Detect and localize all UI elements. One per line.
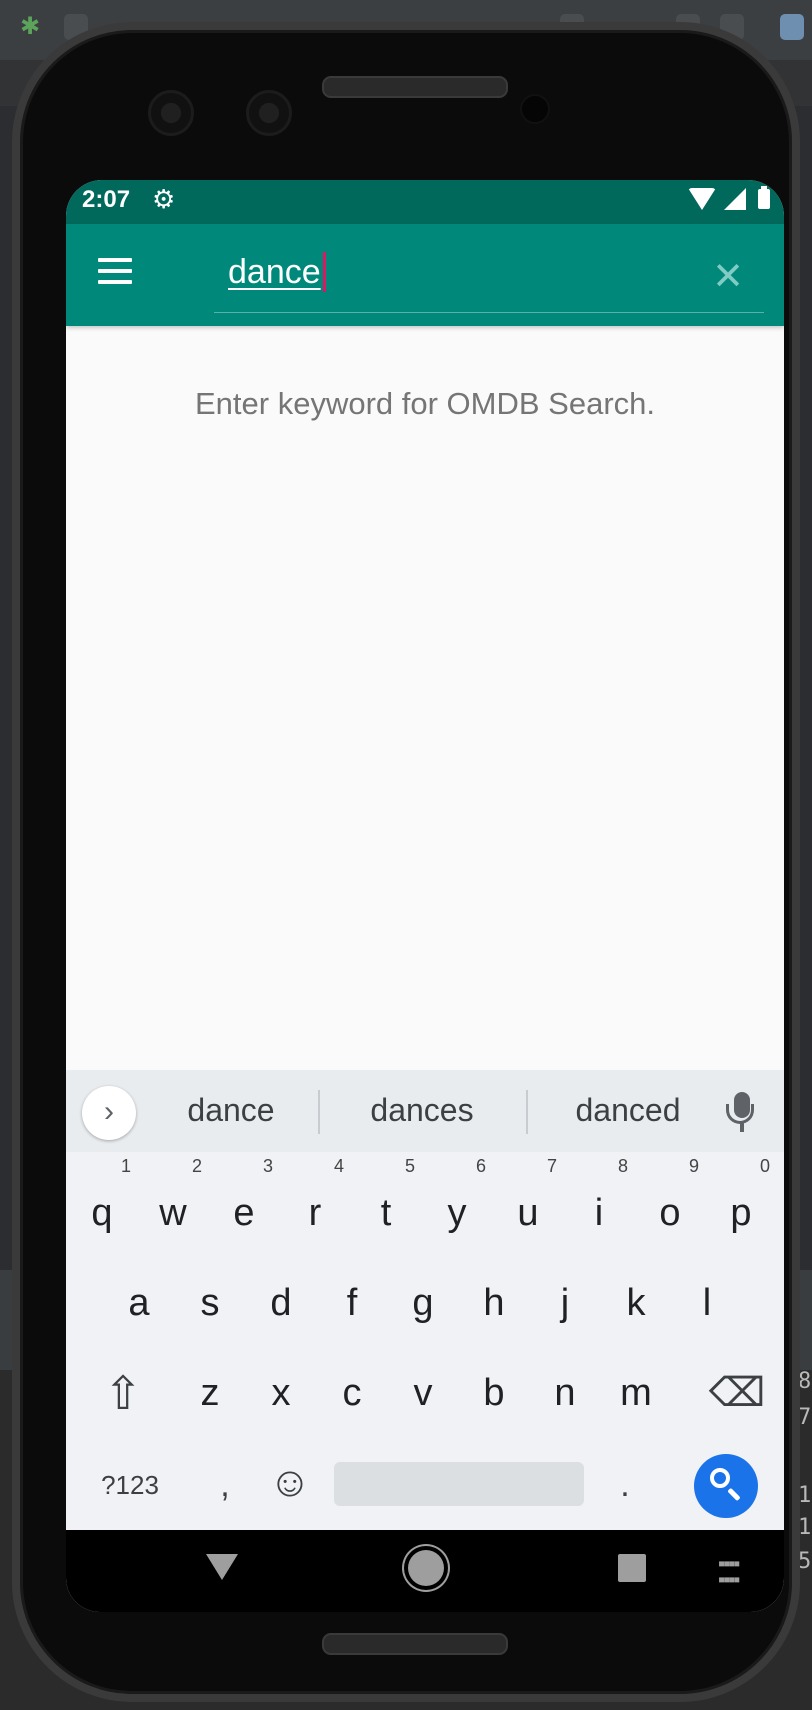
key-w[interactable]: w2	[138, 1156, 208, 1254]
emoji-icon[interactable]: ☺	[260, 1452, 320, 1512]
suggestion-item[interactable]: dances	[322, 1092, 522, 1129]
back-icon[interactable]	[206, 1554, 238, 1580]
hamburger-menu-icon[interactable]	[98, 258, 132, 284]
key-j[interactable]: j	[530, 1262, 600, 1344]
key-d[interactable]: d	[246, 1262, 316, 1344]
navigation-bar: ▪▪▪▪ ▪▪▪▪	[66, 1530, 784, 1612]
status-icons	[688, 186, 770, 210]
device-screen: 2:07 ⚙ dance ✕ Enter keyword for OMDB Se…	[66, 180, 784, 1612]
shift-icon[interactable]: ⇧	[88, 1358, 158, 1428]
front-camera	[148, 90, 194, 136]
suggestion-item[interactable]: dance	[146, 1092, 316, 1129]
text-caret	[322, 252, 326, 292]
close-icon[interactable]: ✕	[712, 252, 744, 302]
backspace-icon[interactable]: ⌫	[702, 1358, 772, 1428]
ide-line-number: 7	[798, 1405, 812, 1430]
signal-icon	[724, 188, 746, 210]
key-o[interactable]: o9	[635, 1156, 705, 1254]
suggestion-bar: › dance dances danced	[66, 1070, 784, 1152]
key-c[interactable]: c	[317, 1352, 387, 1434]
key-g[interactable]: g	[388, 1262, 458, 1344]
earpiece-speaker	[322, 76, 508, 98]
ide-tool-icon[interactable]	[780, 14, 804, 40]
symbols-key[interactable]: ?123	[78, 1450, 182, 1520]
key-k[interactable]: k	[601, 1262, 671, 1344]
proximity-sensor	[520, 94, 550, 124]
key-s[interactable]: s	[175, 1262, 245, 1344]
front-camera	[246, 90, 292, 136]
key-q[interactable]: q1	[67, 1156, 137, 1254]
search-input-value: dance	[228, 252, 321, 291]
bottom-speaker	[322, 1633, 508, 1655]
battery-icon	[758, 186, 770, 209]
gear-icon: ⚙	[152, 184, 176, 214]
key-i[interactable]: i8	[564, 1156, 634, 1254]
key-n[interactable]: n	[530, 1352, 600, 1434]
home-icon[interactable]	[408, 1550, 444, 1586]
ide-line-number: 5	[798, 1549, 812, 1574]
key-l[interactable]: l	[672, 1262, 742, 1344]
key-a[interactable]: a	[104, 1262, 174, 1344]
key-h[interactable]: h	[459, 1262, 529, 1344]
keyboard-switcher-icon[interactable]: ▪▪▪▪ ▪▪▪▪	[718, 1554, 750, 1590]
key-b[interactable]: b	[459, 1352, 529, 1434]
soft-keyboard: › dance dances danced q1 w2 e3 r4 t5 y6 …	[66, 1070, 784, 1530]
recents-icon[interactable]	[618, 1554, 646, 1582]
chevron-right-icon[interactable]: ›	[82, 1086, 136, 1140]
key-period[interactable]: .	[600, 1450, 650, 1520]
suggestion-item[interactable]: danced	[528, 1092, 728, 1129]
key-t[interactable]: t5	[351, 1156, 421, 1254]
app-bar: dance ✕	[66, 224, 784, 326]
search-input[interactable]: dance	[228, 252, 326, 292]
key-y[interactable]: y6	[422, 1156, 492, 1254]
microphone-icon[interactable]	[722, 1092, 762, 1136]
phone-frame: 2:07 ⚙ dance ✕ Enter keyword for OMDB Se…	[12, 22, 800, 1702]
search-hint-text: Enter keyword for OMDB Search.	[195, 386, 655, 421]
search-icon[interactable]	[694, 1454, 758, 1518]
key-z[interactable]: z	[175, 1352, 245, 1434]
key-comma[interactable]: ,	[200, 1450, 250, 1520]
search-field[interactable]: dance ✕	[214, 242, 764, 313]
key-e[interactable]: e3	[209, 1156, 279, 1254]
key-x[interactable]: x	[246, 1352, 316, 1434]
status-time: 2:07	[82, 186, 131, 213]
key-f[interactable]: f	[317, 1262, 387, 1344]
key-p[interactable]: p0	[706, 1156, 776, 1254]
key-r[interactable]: r4	[280, 1156, 350, 1254]
wifi-icon	[688, 188, 716, 210]
status-bar: 2:07 ⚙	[66, 180, 784, 224]
space-key[interactable]	[334, 1462, 584, 1506]
key-v[interactable]: v	[388, 1352, 458, 1434]
suggestion-divider	[318, 1090, 320, 1134]
debug-bug-icon[interactable]: ✱	[20, 14, 46, 40]
key-m[interactable]: m	[601, 1352, 671, 1434]
ide-line-number: 8	[798, 1369, 812, 1394]
key-u[interactable]: u7	[493, 1156, 563, 1254]
